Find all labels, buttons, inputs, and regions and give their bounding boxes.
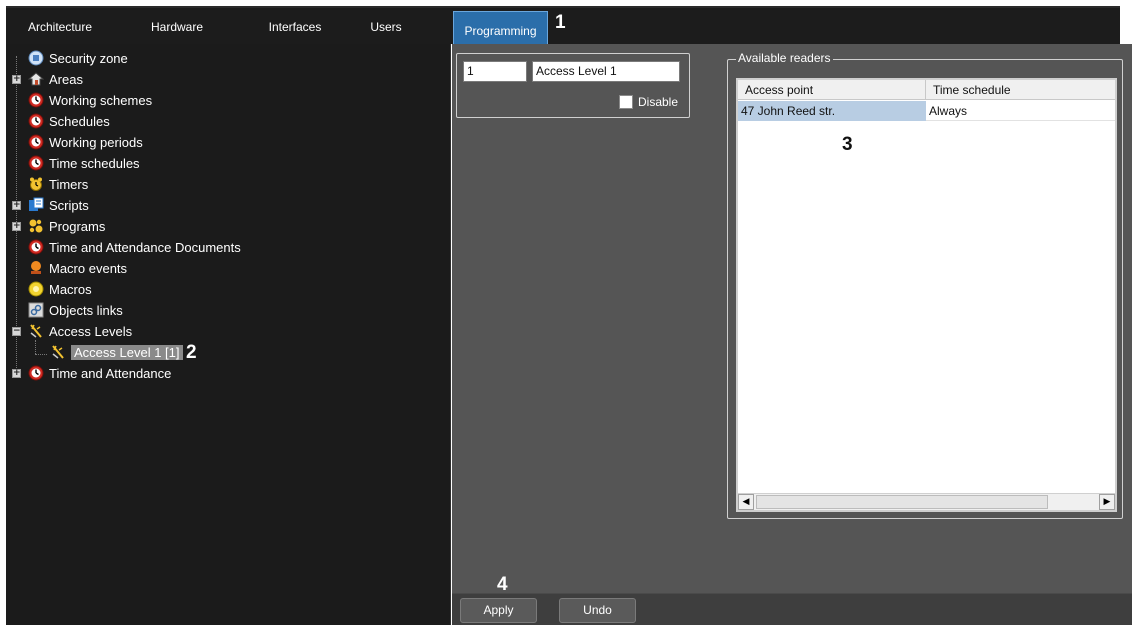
apply-button[interactable]: Apply (460, 598, 537, 623)
macros-icon (28, 281, 44, 297)
tree-item-time-and-attendance[interactable]: Time and Attendance (28, 363, 171, 383)
expand-toggle[interactable]: + (12, 201, 21, 210)
tree-item-areas[interactable]: Areas (28, 69, 83, 89)
access-level-name-field[interactable]: Access Level 1 (532, 61, 680, 82)
readers-table[interactable]: Access point Time schedule 47 John Reed … (736, 78, 1117, 512)
callout-3: 3 (842, 134, 853, 155)
tree-item-security-zone[interactable]: Security zone (28, 48, 128, 68)
access-level-settings-panel: 1 Access Level 1 Disable (452, 44, 722, 625)
expand-toggle[interactable]: + (12, 222, 21, 231)
tree-item-working-schemes[interactable]: Working schemes (28, 90, 152, 110)
column-header-time-schedule[interactable]: Time schedule (926, 80, 1115, 100)
tree-item-label: Time and Attendance Documents (49, 239, 241, 255)
tree-item-timers[interactable]: Timers (28, 174, 88, 194)
link-icon (28, 302, 44, 318)
programs-icon (28, 218, 44, 234)
access-level-id-field[interactable]: 1 (463, 61, 527, 82)
tab-hardware[interactable]: Hardware (147, 14, 207, 40)
tree-item-label: Scripts (49, 197, 89, 213)
tree-item-objects-links[interactable]: Objects links (28, 300, 123, 320)
expand-toggle[interactable]: + (12, 369, 21, 378)
security-zone-icon (28, 50, 44, 66)
column-header-access-point[interactable]: Access point (738, 80, 926, 100)
house-icon (28, 71, 44, 87)
bottom-action-bar: Apply Undo (452, 593, 1132, 625)
tab-interfaces[interactable]: Interfaces (264, 14, 326, 40)
tree-item-working-periods[interactable]: Working periods (28, 132, 143, 152)
tree-item-label: Working schemes (49, 92, 153, 108)
tab-architecture[interactable]: Architecture (23, 14, 97, 40)
table-cell-access-point[interactable]: 47 John Reed str. (738, 101, 926, 121)
key-icon (50, 344, 66, 360)
callout-1: 1 (555, 12, 566, 33)
tree-connector (35, 340, 36, 354)
tree-item-label: Areas (49, 71, 83, 87)
tree-item-time-schedules[interactable]: Time schedules (28, 153, 140, 173)
access-level-group: 1 Access Level 1 Disable (456, 53, 690, 118)
tab-users[interactable]: Users (368, 14, 404, 40)
callout-2: 2 (186, 342, 197, 363)
tree-item-access-levels[interactable]: Access Levels (28, 321, 132, 341)
object-tree: Security zone + Areas Working schemes Sc… (6, 44, 451, 625)
disable-label: Disable (638, 95, 679, 109)
clock-icon (28, 92, 44, 108)
tree-item-label: Schedules (49, 113, 110, 129)
tree-item-label: Security zone (49, 50, 128, 66)
disable-checkbox-row[interactable]: Disable (619, 95, 678, 109)
alarm-clock-icon (28, 176, 44, 192)
table-cell-time-schedule[interactable]: Always (926, 101, 1115, 121)
clock-icon (28, 113, 44, 129)
clock-icon (28, 134, 44, 150)
tree-item-label: Access Levels (49, 323, 133, 339)
horizontal-scrollbar[interactable]: ◀ ▶ (738, 493, 1115, 510)
clock-icon (28, 365, 44, 381)
tree-connector (35, 354, 47, 355)
tree-item-label: Access Level 1 [1] (71, 344, 183, 360)
tree-item-label: Macro events (49, 260, 128, 276)
clock-icon (28, 155, 44, 171)
tree-item-label: Timers (49, 176, 89, 192)
tab-programming[interactable]: Programming (453, 11, 548, 46)
available-readers-group: Available readers Access point Time sche… (727, 51, 1123, 519)
tree-item-scripts[interactable]: Scripts (28, 195, 89, 215)
tree-item-time-attendance-documents[interactable]: Time and Attendance Documents (28, 237, 241, 257)
tree-item-access-level-1[interactable]: Access Level 1 [1] (50, 342, 183, 362)
key-icon (28, 323, 44, 339)
tree-item-macro-events[interactable]: Macro events (28, 258, 127, 278)
tree-item-label: Time schedules (49, 155, 140, 171)
available-readers-panel: Available readers Access point Time sche… (722, 44, 1132, 593)
clock-icon (28, 239, 44, 255)
callout-4: 4 (497, 574, 508, 595)
tree-item-label: Macros (49, 281, 92, 297)
scroll-right-button[interactable]: ▶ (1099, 494, 1115, 510)
tree-item-macros[interactable]: Macros (28, 279, 92, 299)
tree-item-schedules[interactable]: Schedules (28, 111, 110, 131)
disable-checkbox[interactable] (619, 95, 633, 109)
macro-event-icon (28, 260, 44, 276)
scrollbar-thumb[interactable] (756, 495, 1048, 509)
tree-item-label: Time and Attendance (49, 365, 172, 381)
tree-item-programs[interactable]: Programs (28, 216, 105, 236)
expand-toggle[interactable]: + (12, 75, 21, 84)
undo-button[interactable]: Undo (559, 598, 636, 623)
scroll-left-button[interactable]: ◀ (738, 494, 754, 510)
collapse-toggle[interactable]: − (12, 327, 21, 336)
available-readers-legend: Available readers (736, 51, 833, 65)
tree-item-label: Objects links (49, 302, 123, 318)
scripts-icon (28, 197, 44, 213)
tree-item-label: Working periods (49, 134, 143, 150)
tree-item-label: Programs (49, 218, 106, 234)
